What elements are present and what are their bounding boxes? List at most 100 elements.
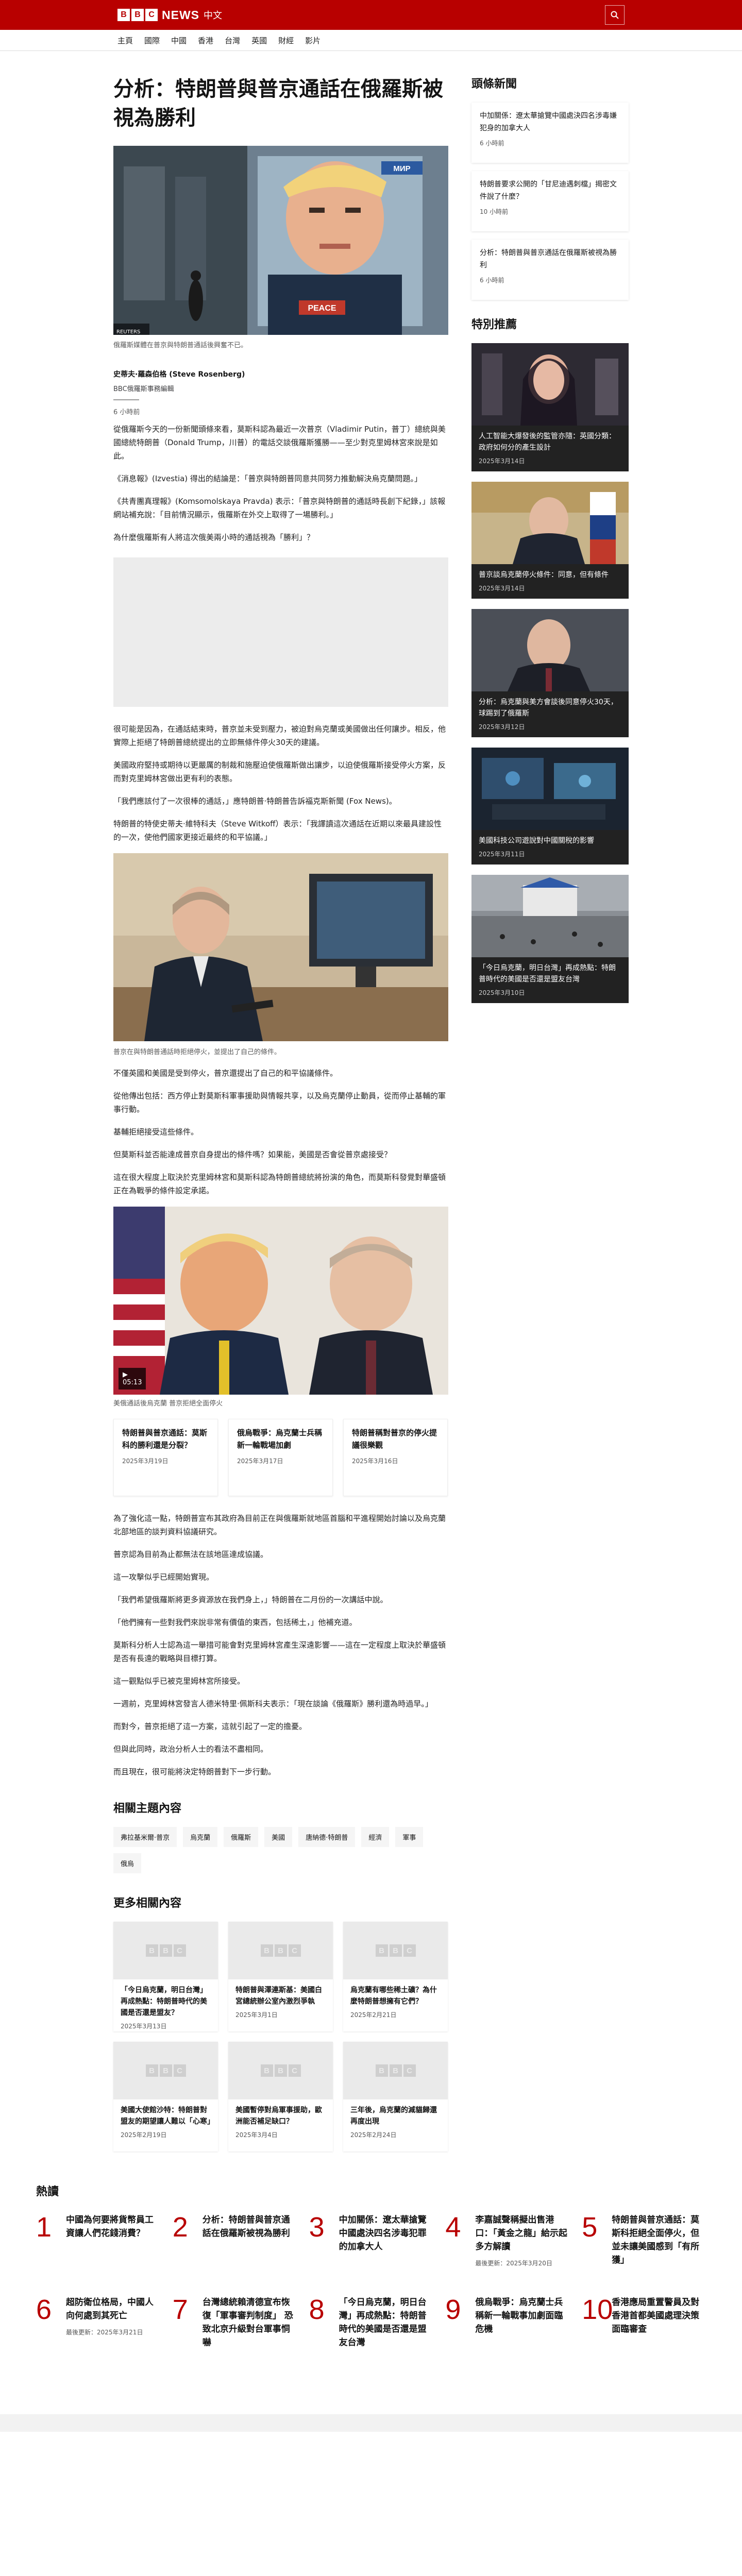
bbc-letter: C	[288, 2064, 301, 2077]
article-paragraph: 但莫斯科並否能達成普京自身提出的條件嗎？如果能，美國是否會從普京處接受？	[113, 1150, 392, 1159]
top-stories-title: 頭條新聞	[471, 78, 517, 91]
topic-tag[interactable]: 烏克蘭	[183, 1827, 218, 1847]
bbc-letter: B	[274, 1944, 287, 1957]
most-read-item[interactable]: 1 中國為何要將貨幣員工資讓人們花錢消費？	[36, 2213, 160, 2270]
top-story-card[interactable]: 中加關係：遼太華搶覽中國處決四名涉毒嫌犯身的加拿大人 6 小時前	[471, 103, 629, 163]
most-read-headline: 分析：特朗普與普京通話在俄羅斯被視為勝利	[202, 2215, 290, 2239]
bbc-placeholder-logo: BBC	[375, 2064, 416, 2077]
svg-text:PEACE: PEACE	[308, 304, 336, 313]
video-card[interactable]: 俄烏戰爭：烏克蘭士兵稱新一輪戰場加劇 2025年3月17日	[228, 1419, 333, 1496]
nav-uk[interactable]: 英國	[251, 35, 267, 46]
nav-china[interactable]: 中國	[171, 35, 187, 46]
card-title: 三年後，烏克蘭的減貓歸還再度出現	[350, 2106, 437, 2126]
video-card[interactable]: 特朗普稱對普京的停火提議很樂觀 2025年3月16日	[343, 1419, 448, 1496]
nav-hongkong[interactable]: 香港	[198, 35, 213, 46]
more-card[interactable]: BBC 烏克蘭有哪些稀土礦？為什麼特朗普想擁有它們？ 2025年2月21日	[343, 1922, 448, 2031]
most-read-item[interactable]: 3 中加關係：遼太華搶覽中國處決四名涉毒犯罪的加拿大人	[309, 2213, 433, 2270]
most-read-item[interactable]: 2 分析：特朗普與普京通話在俄羅斯被視為勝利	[173, 2213, 297, 2270]
top-story-card[interactable]: 分析：特朗普與普京通話在俄羅斯被視為勝利 6 小時前	[471, 240, 629, 300]
more-card[interactable]: BBC 特朗普與澤連斯基：美國白宮總統辦公室內激烈爭執 2025年3月1日	[228, 1922, 333, 2031]
top-story-title: 分析：特朗普與普京通話在俄羅斯被視為勝利	[480, 249, 617, 269]
bbc-letter: C	[403, 1944, 416, 1957]
feature-card[interactable]: 人工智能大爆發後的監管亦隨：英國分類：政府如何分的產生設計 2025年3月14日	[471, 343, 629, 471]
related-topics: 弗拉基米爾·普京 烏克蘭 俄羅斯 美國 唐納德·特朗普 經濟 軍事 俄烏	[113, 1827, 448, 1873]
more-card[interactable]: BBC 三年後，烏克蘭的減貓歸還再度出現 2025年2月24日	[343, 2042, 448, 2151]
article-paragraph: 美國政府堅持或期待以更嚴厲的制裁和施壓迫使俄羅斯做出讓步，以迫使俄羅斯接受停火方…	[113, 760, 446, 783]
nav-taiwan[interactable]: 台灣	[225, 35, 240, 46]
video-card-date: 2025年3月19日	[122, 1458, 168, 1465]
author-name: 史蒂夫·羅森伯格 (Steve Rosenberg)	[113, 370, 245, 379]
most-read-section: 熱讀 1 中國為何要將貨幣員工資讓人們花錢消費？ 2 分析：特朗普與普京通話在俄羅斯…	[36, 2182, 706, 2414]
advertisement-placeholder	[113, 557, 448, 707]
article-paragraph: 「我們希望俄羅斯將更多資源放在我們身上，」特朗普在二月份的一次講話中說。	[113, 1595, 388, 1604]
nav-home[interactable]: 主頁	[117, 35, 133, 46]
article-paragraph: 而且現在，很可能將決定特朗普對下一步行動。	[113, 1767, 276, 1776]
article-paragraph: 這在很大程度上取決於克里姆林宮和莫斯科認為特朗普總統將扮演的角色，而莫斯科發覺對…	[113, 1173, 446, 1195]
feature-card[interactable]: 美國科技公司遊說對中國關稅的影響 2025年3月11日	[471, 748, 629, 865]
video-duration-badge[interactable]: ▶ 05:13	[119, 1368, 146, 1389]
feature-card[interactable]: 分析：烏克蘭與美方會談後同意停火30天，球踢到了俄羅斯 2025年3月12日	[471, 609, 629, 737]
more-card[interactable]: BBC 美國暫停對烏軍事援助，歐洲能否補足缺口？ 2025年3月4日	[228, 2042, 333, 2151]
topic-tag[interactable]: 軍事	[395, 1827, 424, 1847]
bbc-letter: B	[159, 1944, 172, 1957]
search-button[interactable]	[605, 5, 625, 25]
main-nav: 主頁 國際 中國 香港 台灣 英國 財經 影片	[0, 30, 742, 51]
video-card[interactable]: 特朗普與普京通話：莫斯科的勝利還是分裂？ 2025年3月19日	[113, 1419, 218, 1496]
bbc-letter: C	[173, 2064, 186, 2077]
article-paragraph: 《消息報》(Izvestia) 得出的結論是：「普京與特朗普同意共同努力推動解決…	[113, 474, 422, 483]
bbc-letter: C	[288, 1944, 301, 1957]
feature-card[interactable]: 普京談烏克蘭停火條件：同意，但有條件 2025年3月14日	[471, 482, 629, 599]
bbc-placeholder-logo: BBC	[375, 1944, 416, 1957]
most-read-item[interactable]: 9 俄烏戰爭：烏克蘭士兵稱新一輪戰事加劇面臨危機	[445, 2296, 569, 2352]
most-read-item[interactable]: 10 香港應局重置警員及對香港首都美國處理決策面臨審查	[582, 2296, 706, 2352]
topic-tag[interactable]: 美國	[264, 1827, 293, 1847]
bbc-letter: B	[375, 1944, 388, 1957]
card-date: 2025年3月1日	[235, 2011, 278, 2019]
topic-tag[interactable]: 弗拉基米爾·普京	[113, 1827, 177, 1847]
nav-business[interactable]: 財經	[278, 35, 294, 46]
bbc-letter: B	[389, 1944, 402, 1957]
bbc-letter: B	[274, 2064, 287, 2077]
rank-number: 2	[172, 2212, 188, 2243]
card-thumbnail: BBC	[228, 2042, 333, 2099]
lead-image: PEACE МИР	[113, 146, 448, 336]
most-read-item[interactable]: 8 「今日烏克蘭，明日台灣」再成熱點：特朗普時代的美國是否還是盟友台灣	[309, 2296, 433, 2352]
bbc-letter: B	[260, 2064, 273, 2077]
card-thumbnail: BBC	[113, 2042, 218, 2099]
most-read-title: 熱讀	[36, 2185, 59, 2198]
most-read-date: 最後更新：2025年3月20日	[475, 2260, 552, 2267]
more-card[interactable]: BBC 美國大使館沙特：特朗普對盟友的期望讓人難以「心寒」 2025年2月19日	[113, 2042, 218, 2151]
feature-date: 2025年3月11日	[479, 851, 525, 858]
article-paragraph: 「我們應該付了一次很棒的通話，」應特朗普·特朗普告訴福克斯新聞 (Fox New…	[113, 796, 397, 806]
card-date: 2025年2月21日	[350, 2011, 397, 2019]
most-read-item[interactable]: 5 特朗普與普京通話：莫斯科拒絕全面停火，但並未讓美國感到「有所獲」	[582, 2213, 706, 2270]
card-thumbnail: BBC	[113, 1922, 218, 1979]
topic-tag[interactable]: 經濟	[361, 1827, 390, 1847]
bbc-letter: B	[159, 2064, 172, 2077]
topic-tag[interactable]: 唐納德·特朗普	[298, 1827, 356, 1847]
topic-tag[interactable]: 俄羅斯	[224, 1827, 259, 1847]
most-read-item[interactable]: 7 台灣總統賴清德宣布恢復「軍事審判制度」 恐致北京升級對台軍事恫嚇	[173, 2296, 297, 2352]
feature-card[interactable]: 「今日烏克蘭，明日台灣」再成熱點：特朗普時代的美國是否還是盟友台灣 2025年3…	[471, 875, 629, 1003]
features-title: 特別推薦	[471, 318, 517, 331]
article-paragraph: 莫斯科分析人士認為這一舉措可能會對克里姆林宮產生深遠影響——這在一定程度上取決於…	[113, 1640, 446, 1663]
video-player[interactable]: ▶ 05:13	[113, 1207, 448, 1395]
nav-international[interactable]: 國際	[144, 35, 160, 46]
nav-video[interactable]: 影片	[305, 35, 321, 46]
rank-number: 9	[445, 2294, 461, 2325]
most-read-item[interactable]: 4 李嘉誠聲稱擬出售港口：「黃金之龍」給示起多方解讀 最後更新：2025年3月20日	[445, 2213, 569, 2270]
article-paragraph: 一週前，克里姆林宮發言人德米特里·佩斯科夫表示：「現在談論《俄羅斯》勝利還為時過…	[113, 1699, 433, 1708]
topic-tag[interactable]: 俄烏	[113, 1853, 142, 1873]
top-story-card[interactable]: 特朗普要求公開的「甘尼迪遇刺檔」揭密文件說了什麼？ 10 小時前	[471, 171, 629, 231]
bbc-news-logo[interactable]: B B C NEWS 中文	[117, 8, 222, 22]
most-read-item[interactable]: 6 超防衛位格局，中國人向何處到其死亡 最後更新：2025年3月21日	[36, 2296, 160, 2352]
card-thumbnail: BBC	[343, 1922, 448, 1979]
most-read-headline: 李嘉誠聲稱擬出售港口：「黃金之龍」給示起多方解讀	[475, 2215, 567, 2252]
svg-text:МИР: МИР	[393, 164, 410, 173]
top-story-time: 10 小時前	[480, 208, 509, 215]
rank-number: 8	[309, 2294, 325, 2325]
language-label: 中文	[204, 10, 222, 21]
feature-image	[471, 482, 629, 564]
more-card[interactable]: BBC 「今日烏克蘭，明日台灣」再成熱點：特朗普時代的美國是否還是盟友？ 2025…	[113, 1922, 218, 2031]
most-read-headline: 特朗普與普京通話：莫斯科拒絕全面停火，但並未讓美國感到「有所獲」	[612, 2215, 700, 2265]
